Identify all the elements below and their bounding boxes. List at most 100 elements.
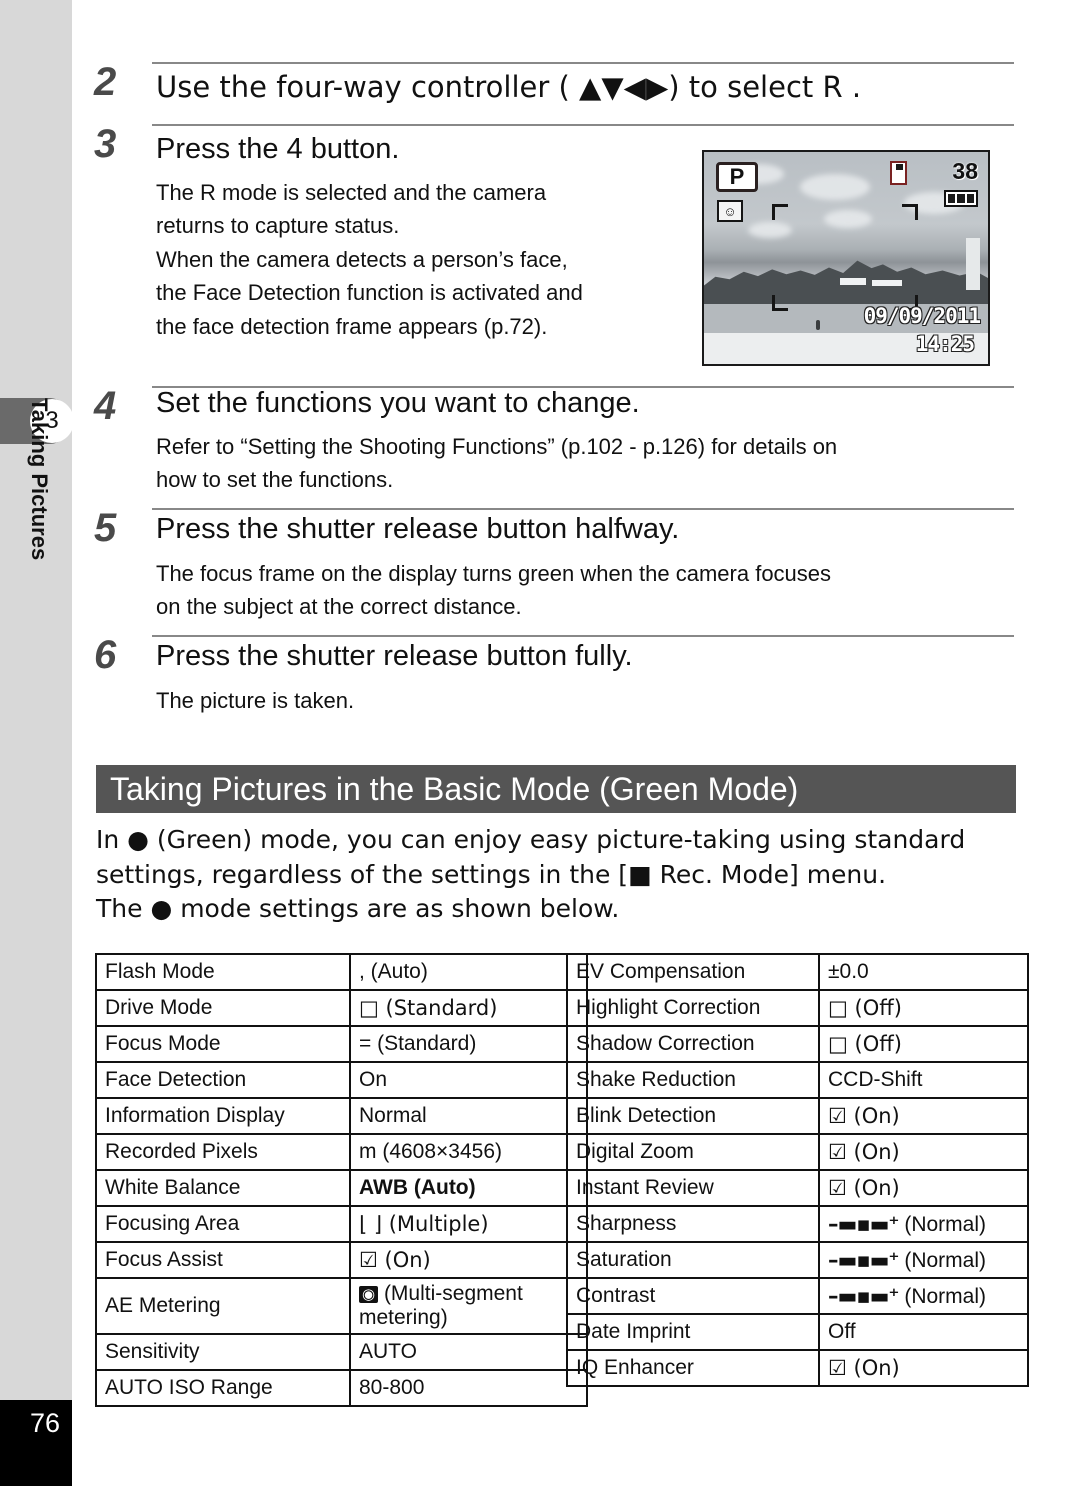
step-5-rule — [152, 508, 1014, 510]
table-row: Recorded Pixels m (4608×3456) — [95, 1133, 588, 1171]
setting-value: , (Auto) — [349, 953, 588, 991]
setting-value: AUTO — [349, 1333, 588, 1371]
setting-name: AE Metering — [95, 1277, 351, 1335]
setting-name: Shadow Correction — [566, 1025, 820, 1063]
setting-value: ☑ (On) — [818, 1133, 1029, 1171]
setting-value: □ (Standard) — [349, 989, 588, 1027]
setting-value: On — [349, 1061, 588, 1099]
cloud-shape — [800, 174, 870, 200]
setting-name: Face Detection — [95, 1061, 351, 1099]
table-row: Focus Mode = (Standard) — [95, 1025, 588, 1063]
remaining-shots-count: 38 — [952, 158, 978, 184]
table-row: Saturation –▬▪▬⁺ (Normal) — [566, 1241, 1029, 1279]
step-4-body-line: how to set the functions. — [156, 467, 394, 493]
setting-name: Highlight Correction — [566, 989, 820, 1027]
page-number: 76 — [0, 1400, 72, 1486]
setting-value: □ (Off) — [818, 989, 1029, 1027]
step-4-body-line: Refer to “Setting the Shooting Functions… — [156, 434, 838, 459]
setting-value: = (Standard) — [349, 1025, 588, 1063]
setting-name: Focus Assist — [95, 1241, 351, 1279]
step-3-body: The R mode is selected and the camera re… — [156, 176, 686, 343]
setting-name: Information Display — [95, 1097, 351, 1135]
setting-value: –▬▪▬⁺ (Normal) — [818, 1277, 1029, 1315]
setting-name: Flash Mode — [95, 953, 351, 991]
table-row: Blink Detection ☑ (On) — [566, 1097, 1029, 1135]
setting-value: ☑ (On) — [818, 1169, 1029, 1207]
step-5-body-line: on the subject at the correct distance. — [156, 594, 522, 620]
setting-value: ◉ (Multi-segment metering) — [349, 1277, 588, 1335]
step-6-body-line: The picture is taken. — [156, 688, 355, 713]
section-intro-line: settings, regardless of the settings in … — [96, 859, 887, 889]
camera-lcd-screenshot: P ☺ 38 09/09/2011 14:25 — [702, 150, 990, 366]
setting-value: Off — [818, 1313, 1029, 1351]
step-3-body-line: the face detection frame appears (p.72). — [156, 313, 548, 339]
setting-name: Focusing Area — [95, 1205, 351, 1243]
table-row: Digital Zoom ☑ (On) — [566, 1133, 1029, 1171]
setting-name: IQ Enhancer — [566, 1349, 820, 1387]
setting-name: Contrast — [566, 1277, 820, 1315]
step-4-heading: Set the functions you want to change. — [156, 387, 640, 419]
setting-value: m (4608×3456) — [349, 1133, 588, 1171]
step-2-number: 2 — [94, 60, 117, 104]
step-6-rule — [152, 635, 1014, 637]
building-shape — [872, 280, 902, 286]
page-content: 2 Use the four-way controller ( ▲▼◀▶) to… — [72, 0, 1080, 1486]
memory-card-icon — [890, 161, 907, 185]
section-intro-line: In ● (Green) mode, you can enjoy easy pi… — [96, 825, 966, 854]
time-stamp: 14:25 — [915, 332, 975, 356]
table-row: Face Detection On — [95, 1061, 588, 1099]
setting-name: Sensitivity — [95, 1333, 351, 1371]
face-detection-icon: ☺ — [717, 200, 743, 222]
table-row: Highlight Correction □ (Off) — [566, 989, 1029, 1027]
cloud-shape — [748, 222, 792, 238]
setting-name: Date Imprint — [566, 1313, 820, 1351]
level-scale-icon: –▬▪▬⁺ — [828, 1247, 899, 1272]
table-row: Information Display Normal — [95, 1097, 588, 1135]
table-row: Shake Reduction CCD-Shift — [566, 1061, 1029, 1099]
setting-value: Normal — [349, 1097, 588, 1135]
exposure-mode-badge: P — [716, 162, 758, 192]
setting-name: AUTO ISO Range — [95, 1369, 351, 1407]
setting-value: ☑ (On) — [818, 1097, 1029, 1135]
step-5-body: The focus frame on the display turns gre… — [156, 557, 1046, 624]
chapter-sidebar: 3 Taking Pictures — [0, 0, 74, 1400]
setting-name: Digital Zoom — [566, 1133, 820, 1171]
step-2-heading: Use the four-way controller ( ▲▼◀▶) to s… — [156, 70, 862, 104]
step-5-heading: Press the shutter release button halfway… — [156, 513, 680, 545]
step-3-body-line: The R mode is selected and the camera — [156, 180, 547, 205]
step-2-rule — [152, 62, 1014, 64]
setting-value: □ (Off) — [818, 1025, 1029, 1063]
setting-name: White Balance — [95, 1169, 351, 1207]
table-row: Flash Mode, (Auto) — [95, 953, 588, 991]
setting-value: ☑ (On) — [818, 1349, 1029, 1387]
step-6-number: 6 — [94, 633, 117, 677]
setting-name: Recorded Pixels — [95, 1133, 351, 1171]
table-row: Contrast –▬▪▬⁺ (Normal) — [566, 1277, 1029, 1315]
table-row: Date Imprint Off — [566, 1313, 1029, 1351]
table-row: Drive Mode □ (Standard) — [95, 989, 588, 1027]
setting-value: ±0.0 — [818, 953, 1029, 991]
step-3-number: 3 — [94, 122, 117, 166]
setting-value: 80-800 — [349, 1369, 588, 1407]
ae-metering-icon: ◉ — [359, 1286, 379, 1303]
table-row: AE Metering ◉ (Multi-segment metering) — [95, 1277, 588, 1335]
step-6-heading: Press the shutter release button fully. — [156, 640, 633, 672]
table-row: Shadow Correction □ (Off) — [566, 1025, 1029, 1063]
step-4-body: Refer to “Setting the Shooting Functions… — [156, 430, 1036, 497]
level-scale-icon: –▬▪▬⁺ — [828, 1211, 899, 1236]
setting-name: Focus Mode — [95, 1025, 351, 1063]
cloud-shape — [824, 210, 872, 228]
setting-value: CCD-Shift — [818, 1061, 1029, 1099]
step-5-number: 5 — [94, 506, 117, 550]
chapter-title: Taking Pictures — [27, 398, 52, 561]
section-heading: Taking Pictures in the Basic Mode (Green… — [96, 765, 1016, 813]
setting-value: ⌊ ⌋ (Multiple) — [349, 1205, 588, 1243]
person-shape — [816, 320, 820, 330]
setting-name: Blink Detection — [566, 1097, 820, 1135]
date-stamp: 09/09/2011 — [863, 304, 981, 328]
table-row: White Balance AWB (Auto) — [95, 1169, 588, 1207]
table-row: AUTO ISO Range 80-800 — [95, 1369, 588, 1407]
setting-value: ☑ (On) — [349, 1241, 588, 1279]
focus-frame-corner-icon — [902, 204, 918, 220]
setting-value: –▬▪▬⁺ (Normal) — [818, 1205, 1029, 1243]
